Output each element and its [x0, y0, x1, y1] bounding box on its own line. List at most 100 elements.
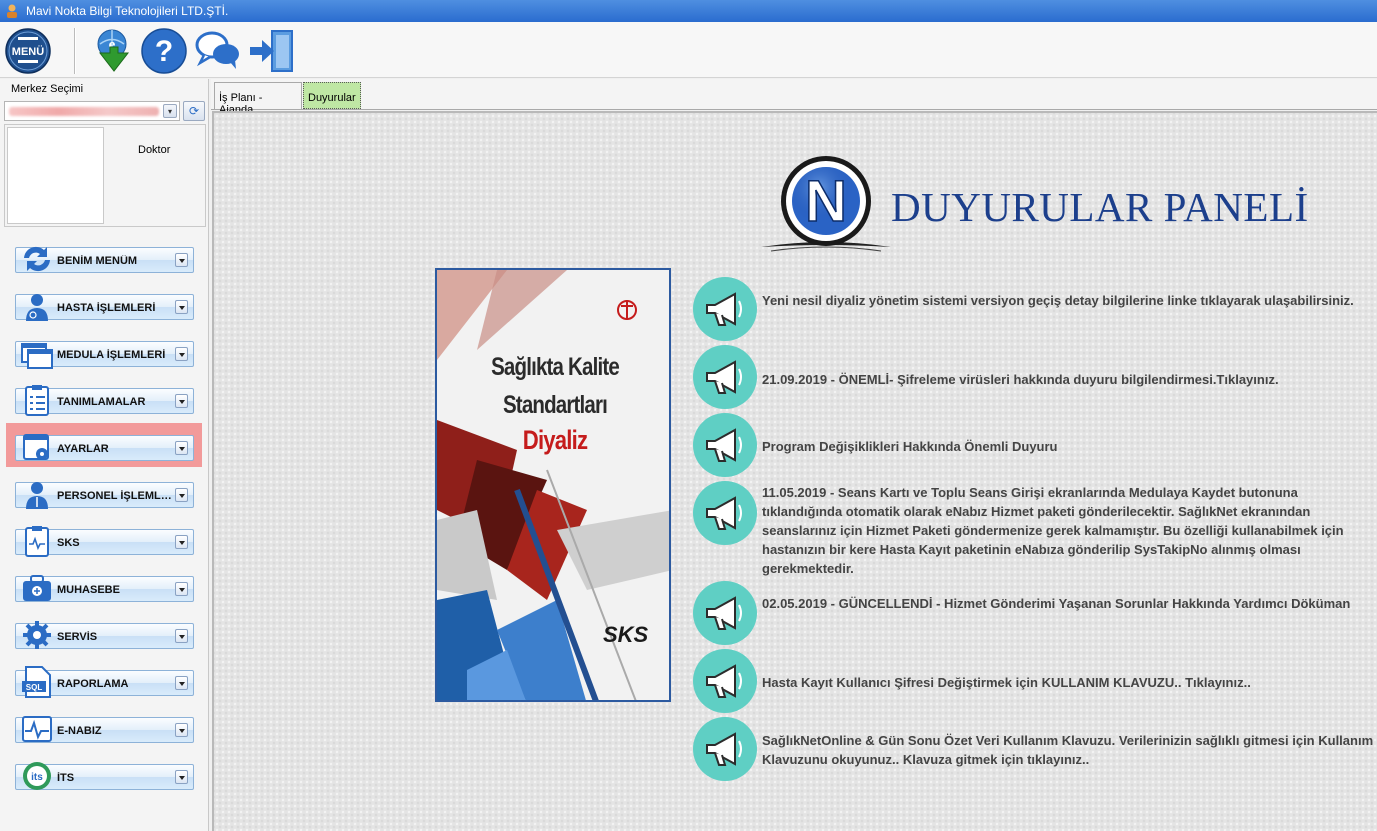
staff-icon	[26, 482, 48, 509]
arrows-icon	[24, 246, 50, 272]
chevron-down-icon[interactable]	[175, 394, 188, 408]
settings-calendar-icon	[23, 434, 49, 460]
announcement-text[interactable]: Yeni nesil diyaliz yönetim sistemi versi…	[762, 291, 1377, 310]
announcement-text[interactable]: 11.05.2019 - Seans Kartı ve Toplu Seans …	[762, 483, 1377, 578]
refresh-button[interactable]: ⟳	[183, 101, 205, 121]
logout-icon	[250, 30, 293, 72]
chevron-down-icon[interactable]	[175, 488, 188, 502]
chevron-down-icon[interactable]	[175, 535, 188, 549]
chevron-down-icon[interactable]	[175, 770, 188, 784]
its-icon: its	[23, 762, 51, 790]
announcement-text[interactable]: 21.09.2019 - ÖNEMLİ- Şifreleme virüsleri…	[762, 370, 1377, 389]
menu-item-label: HASTA İŞLEMLERİ	[57, 302, 156, 314]
announcement-item[interactable]: Hasta Kayıt Kullanıcı Şifresi Değiştirme…	[693, 649, 1373, 713]
announcement-item[interactable]: 02.05.2019 - GÜNCELLENDİ - Hizmet Gönder…	[693, 581, 1373, 645]
menu-item-raporlama[interactable]: SQL RAPORLAMA	[15, 666, 194, 698]
chevron-down-icon[interactable]	[175, 582, 188, 596]
toolbar-separator	[74, 28, 76, 74]
announcement-text[interactable]: Program Değişiklikleri Hakkında Önemli D…	[762, 437, 1377, 456]
tab-duyurular[interactable]: Duyurular	[303, 82, 361, 109]
announcement-item[interactable]: 21.09.2019 - ÖNEMLİ- Şifreleme virüsleri…	[693, 345, 1373, 409]
megaphone-icon	[693, 345, 757, 409]
sks-clipboard-icon	[25, 526, 49, 557]
megaphone-icon	[693, 649, 757, 713]
tab-strip: İş Planı - Ajanda Duyurular	[211, 79, 1377, 116]
announcement-item[interactable]: Yeni nesil diyaliz yönetim sistemi versi…	[693, 277, 1373, 341]
menu-item-medula-islemleri[interactable]: MEDULA İŞLEMLERİ	[15, 341, 194, 369]
n-logo-icon: N	[761, 156, 891, 252]
chat-button[interactable]	[194, 27, 242, 75]
megaphone-icon	[693, 717, 757, 781]
menu-item-ayarlar[interactable]: AYARLAR	[15, 434, 194, 461]
menu-item-hasta-islemleri[interactable]: HASTA İŞLEMLERİ	[15, 294, 194, 321]
menu-item-label: AYARLAR	[57, 443, 109, 455]
svg-text:SQL: SQL	[26, 683, 43, 692]
chevron-down-icon[interactable]	[175, 723, 188, 737]
merkez-label: Merkez Seçimi	[11, 83, 84, 95]
announcement-text[interactable]: 02.05.2019 - GÜNCELLENDİ - Hizmet Gönder…	[762, 594, 1377, 613]
patient-icon	[26, 294, 48, 321]
menu-item-label: SKS	[57, 537, 80, 549]
menu-icon: MENÜ	[5, 28, 51, 74]
chevron-down-icon[interactable]	[175, 676, 188, 690]
menu-item-personel-islemleri[interactable]: PERSONEL İŞLEMLERİ	[15, 482, 194, 509]
poster-brand: SKS	[603, 622, 649, 647]
poster-subtitle: Diyaliz	[522, 425, 588, 455]
pulse-icon	[22, 716, 52, 742]
chevron-down-icon[interactable]	[175, 300, 188, 314]
user-role: Doktor	[138, 144, 171, 156]
menu-item-label: RAPORLAMA	[57, 678, 129, 690]
chevron-down-icon[interactable]: ▾	[163, 104, 177, 118]
menu-button[interactable]: MENÜ	[4, 27, 52, 75]
megaphone-icon	[693, 481, 757, 545]
menu-item-e-nabiz[interactable]: E-NABIZ	[15, 716, 194, 743]
menu-item-label: İTS	[57, 772, 75, 784]
accounting-icon	[23, 575, 51, 601]
menu-item-benim-menum[interactable]: BENİM MENÜM	[15, 246, 194, 273]
menu-item-sks[interactable]: SKS	[15, 526, 194, 557]
refresh-icon: ⟳	[188, 104, 200, 118]
menu-item-label: SERVİS	[57, 631, 98, 643]
help-button[interactable]: ?	[140, 27, 188, 75]
sks-poster[interactable]: Sağlıkta Kalite Standartları Diyaliz SKS	[435, 268, 671, 702]
announcements-panel: N DUYURULAR PANELİ Sağlıkta Kalite Stand…	[212, 111, 1377, 831]
chevron-down-icon[interactable]	[175, 347, 188, 361]
sql-report-icon: SQL	[22, 666, 51, 698]
menu-item-tanimlamalar[interactable]: TANIMLAMALAR	[15, 385, 194, 416]
chevron-down-icon[interactable]	[175, 441, 188, 455]
panel-title: DUYURULAR PANELİ	[891, 184, 1309, 230]
menu-item-label: TANIMLAMALAR	[57, 396, 146, 408]
clipboard-icon	[25, 385, 49, 416]
announcement-item[interactable]: SağlıkNetOnline & Gün Sonu Özet Veri Kul…	[693, 717, 1373, 781]
menu-item-its[interactable]: its İTS	[15, 762, 194, 790]
merkez-select[interactable]: ▾	[4, 101, 180, 121]
announcement-text[interactable]: Hasta Kayıt Kullanıcı Şifresi Değiştirme…	[762, 673, 1377, 692]
chevron-down-icon[interactable]	[175, 253, 188, 267]
update-button[interactable]: e	[86, 27, 134, 75]
svg-text:its: its	[31, 772, 43, 783]
logout-button[interactable]	[248, 27, 296, 75]
window-title: Mavi Nokta Bilgi Teknolojileri LTD.ŞTİ.	[26, 4, 229, 18]
announcement-item[interactable]: 11.05.2019 - Seans Kartı ve Toplu Seans …	[693, 481, 1373, 581]
tab-is-plani-ajanda[interactable]: İş Planı - Ajanda	[214, 82, 302, 116]
user-photo	[7, 127, 104, 224]
menu-item-servis[interactable]: SERVİS	[15, 621, 194, 649]
announcement-item[interactable]: Program Değişiklikleri Hakkında Önemli D…	[693, 413, 1373, 477]
internet-download-icon: e	[97, 29, 130, 72]
menu-item-muhasebe[interactable]: MUHASEBE	[15, 575, 194, 602]
tab-label: Duyurular	[308, 92, 356, 104]
app-icon	[7, 4, 17, 18]
menu-item-label: MEDULA İŞLEMLERİ	[57, 349, 166, 361]
chat-icon	[195, 31, 239, 69]
announcement-text[interactable]: SağlıkNetOnline & Gün Sonu Özet Veri Kul…	[762, 731, 1377, 769]
megaphone-icon	[693, 277, 757, 341]
left-panel: Merkez Seçimi ▾ ⟳ Doktor BENİM MENÜM HAS…	[0, 79, 209, 831]
poster-title: Sağlıkta Kalite Standartları	[491, 353, 620, 419]
chevron-down-icon[interactable]	[175, 629, 188, 643]
megaphone-icon	[693, 581, 757, 645]
service-gear-icon	[23, 621, 51, 649]
svg-text:?: ?	[155, 35, 173, 68]
megaphone-icon	[693, 413, 757, 477]
help-icon: ?	[141, 28, 187, 74]
menu-item-label: PERSONEL İŞLEMLERİ	[57, 490, 173, 502]
